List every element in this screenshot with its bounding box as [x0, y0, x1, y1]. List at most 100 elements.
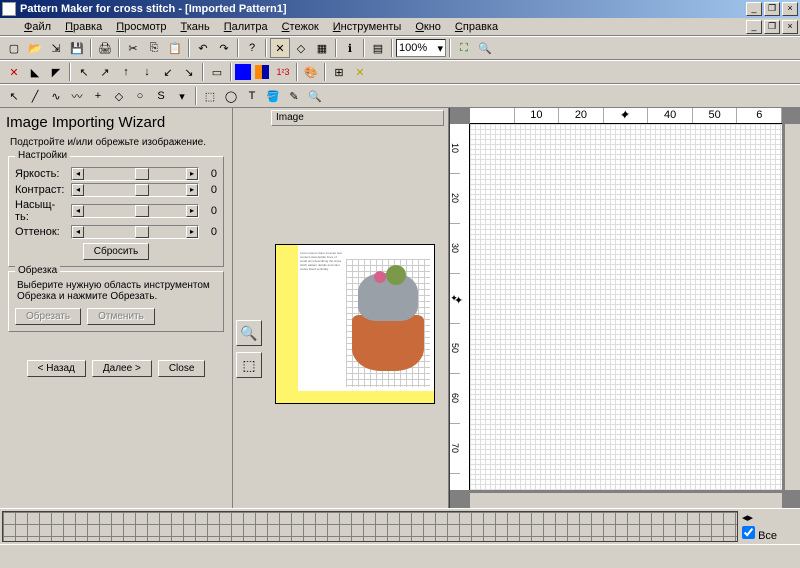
tool-full-stitch-icon[interactable]: ✕ — [270, 38, 290, 58]
scrollbar-horizontal[interactable] — [470, 492, 782, 508]
slider-1[interactable]: ◂ ▸ — [71, 183, 199, 197]
curve2-icon[interactable]: 〰 — [67, 86, 87, 106]
new-icon[interactable]: ▢ — [4, 38, 24, 58]
print-icon[interactable]: 🖨 — [95, 38, 115, 58]
slider-right-arrow-icon[interactable]: ▸ — [186, 205, 198, 217]
crop-cancel-button[interactable]: Отменить — [87, 308, 155, 325]
diamond-icon[interactable]: ◇ — [109, 86, 129, 106]
stitch-quarter-icon[interactable]: ◤ — [46, 62, 66, 82]
tool-color-icon[interactable]: ▦ — [312, 38, 332, 58]
next-button[interactable]: Далее > — [92, 360, 152, 377]
arrow-sw-icon[interactable]: ↙ — [158, 62, 178, 82]
help-icon[interactable]: ? — [242, 38, 262, 58]
menu-stitch[interactable]: Стежок — [276, 20, 325, 34]
main-area: Image Importing Wizard Подстройте и/или … — [0, 108, 800, 508]
slider-left-arrow-icon[interactable]: ◂ — [72, 226, 84, 238]
arrow-ne-icon[interactable]: ↗ — [95, 62, 115, 82]
import-icon[interactable]: ⇲ — [46, 38, 66, 58]
mdi-restore-button[interactable]: ❐ — [764, 20, 780, 34]
lasso-icon[interactable]: ◯ — [221, 86, 241, 106]
reset-button[interactable]: Сбросить — [83, 243, 149, 260]
palette-scroll-icon[interactable]: ◂▸ — [742, 511, 753, 524]
palette-grid[interactable] — [2, 511, 738, 542]
preview-header: Image — [271, 110, 444, 126]
dropdown-icon[interactable]: ▾ — [172, 86, 192, 106]
slider-right-arrow-icon[interactable]: ▸ — [186, 226, 198, 238]
menu-fabric[interactable]: Ткань — [174, 20, 215, 34]
zoom-combo[interactable]: 100%▾ — [396, 39, 446, 57]
menu-edit[interactable]: Правка — [59, 20, 108, 34]
highlight-icon[interactable]: ✕ — [350, 62, 370, 82]
slider-left-arrow-icon[interactable]: ◂ — [72, 168, 84, 180]
cut-icon[interactable]: ✂ — [123, 38, 143, 58]
zoom-icon[interactable]: 🔍 — [475, 38, 495, 58]
ruler-tick: 70 — [450, 424, 460, 474]
tool-view-icon[interactable]: ▤ — [368, 38, 388, 58]
undo-icon[interactable]: ↶ — [193, 38, 213, 58]
title-bar: Pattern Maker for cross stitch - [Import… — [0, 0, 800, 18]
plus-icon[interactable]: + — [88, 86, 108, 106]
stitch-half-icon[interactable]: ◣ — [25, 62, 45, 82]
ruler-tick: 6 — [737, 108, 782, 123]
close-button[interactable]: × — [782, 2, 798, 16]
maximize-button[interactable]: ❐ — [764, 2, 780, 16]
magnifier-tool-icon[interactable]: 🔍 — [236, 320, 262, 346]
curve1-icon[interactable]: ∿ — [46, 86, 66, 106]
slider-left-arrow-icon[interactable]: ◂ — [72, 184, 84, 196]
text-icon[interactable]: T — [242, 86, 262, 106]
crop-tool-icon[interactable]: ⬚ — [236, 352, 262, 378]
arrow-up-icon[interactable]: ↑ — [116, 62, 136, 82]
stitch-x-icon[interactable]: ✕ — [4, 62, 24, 82]
slider-0[interactable]: ◂ ▸ — [71, 167, 199, 181]
fit-icon[interactable]: ⛶ — [454, 38, 474, 58]
redo-icon[interactable]: ↷ — [214, 38, 234, 58]
tool-symbol-icon[interactable]: ◇ — [291, 38, 311, 58]
magnify-icon[interactable]: 🔍 — [305, 86, 325, 106]
close-wizard-button[interactable]: Close — [158, 360, 206, 377]
grid-toggle-icon[interactable]: ⊞ — [329, 62, 349, 82]
menu-window[interactable]: Окно — [409, 20, 447, 34]
menu-tools[interactable]: Инструменты — [327, 20, 408, 34]
slider-right-arrow-icon[interactable]: ▸ — [186, 184, 198, 196]
menu-file[interactable]: Файл — [18, 20, 57, 34]
scrollbar-vertical[interactable] — [784, 124, 800, 490]
stitch-grid[interactable] — [470, 124, 782, 490]
minimize-button[interactable]: _ — [746, 2, 762, 16]
marquee-icon[interactable]: ⬚ — [200, 86, 220, 106]
palette-bar: ◂▸ Все — [0, 508, 800, 544]
arrow-nw-icon[interactable]: ↖ — [74, 62, 94, 82]
save-icon[interactable]: 💾 — [67, 38, 87, 58]
select-icon[interactable]: ▭ — [207, 62, 227, 82]
menu-help[interactable]: Справка — [449, 20, 504, 34]
eyedropper-icon[interactable]: ✎ — [284, 86, 304, 106]
pointer-icon[interactable]: ↖ — [4, 86, 24, 106]
fill-icon[interactable]: 🪣 — [263, 86, 283, 106]
slider-right-arrow-icon[interactable]: ▸ — [186, 168, 198, 180]
mdi-close-button[interactable]: × — [782, 20, 798, 34]
back-button[interactable]: < Назад — [27, 360, 86, 377]
menu-view[interactable]: Просмотр — [110, 20, 172, 34]
crop-button[interactable]: Обрезать — [15, 308, 81, 325]
s-icon[interactable]: S — [151, 86, 171, 106]
paste-icon[interactable]: 📋 — [165, 38, 185, 58]
circle-icon[interactable]: ○ — [130, 86, 150, 106]
color1-icon[interactable] — [235, 64, 251, 80]
palette-edit-icon[interactable]: 🎨 — [301, 62, 321, 82]
tool-info-icon[interactable]: ℹ — [340, 38, 360, 58]
slider-left-arrow-icon[interactable]: ◂ — [72, 205, 84, 217]
mdi-minimize-button[interactable]: _ — [746, 20, 762, 34]
line-icon[interactable]: ╱ — [25, 86, 45, 106]
menu-palette[interactable]: Палитра — [218, 20, 274, 34]
slider-2[interactable]: ◂ ▸ — [71, 204, 199, 218]
text123-icon[interactable]: 1²3 — [273, 62, 293, 82]
color2-icon[interactable] — [252, 62, 272, 82]
arrow-se-icon[interactable]: ↘ — [179, 62, 199, 82]
slider-3[interactable]: ◂ ▸ — [71, 225, 199, 239]
menu-bar: Файл Правка Просмотр Ткань Палитра Стежо… — [0, 18, 800, 36]
canvas-panel: 1020✦40506 102030✦506070 ✦ ✦ — [449, 108, 800, 508]
arrow-down-icon[interactable]: ↓ — [137, 62, 157, 82]
ruler-tick: 20 — [559, 108, 604, 123]
copy-icon[interactable]: ⎘ — [144, 38, 164, 58]
palette-all-checkbox[interactable]: Все — [742, 526, 777, 542]
open-icon[interactable]: 📂 — [25, 38, 45, 58]
